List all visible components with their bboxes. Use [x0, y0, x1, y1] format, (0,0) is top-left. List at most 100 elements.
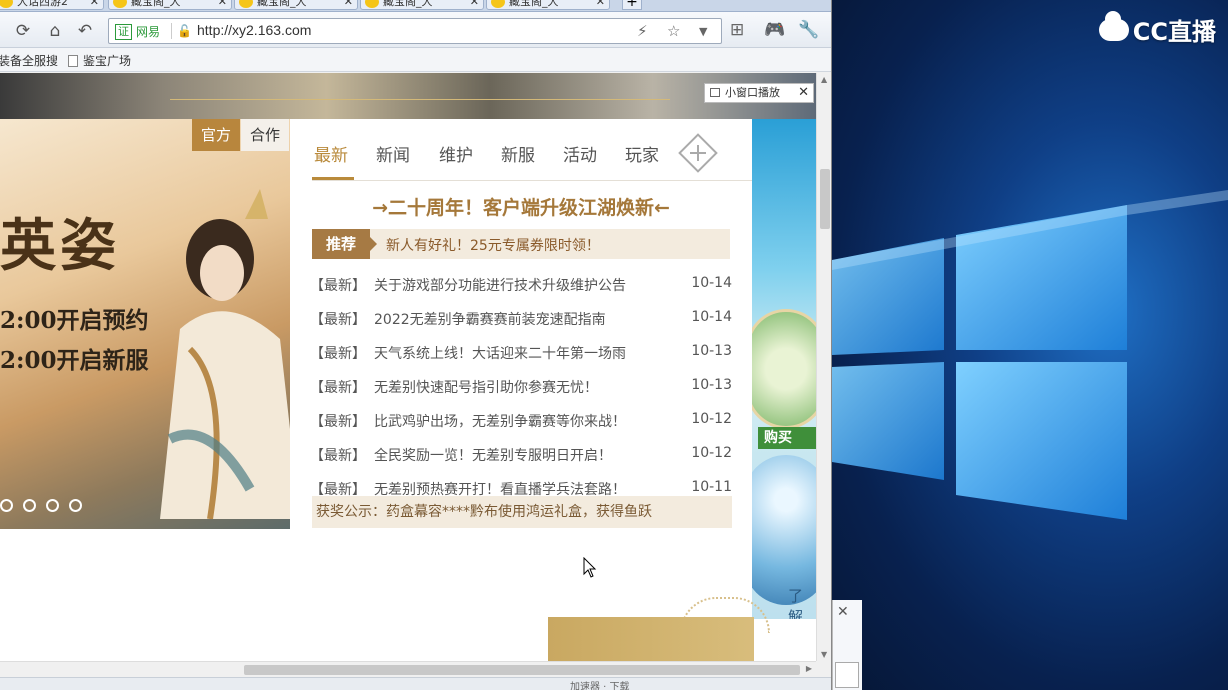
cloud-icon [1098, 10, 1129, 41]
gamepad-icon[interactable]: 🎮 [764, 20, 785, 40]
popup-input[interactable] [835, 662, 859, 688]
certificate-name: 网易 [136, 25, 161, 39]
tab-partner[interactable]: 合作 [241, 119, 289, 151]
list-item[interactable]: 【最新】 无差别快速配号指引助你参赛无忧！ 10-13 [310, 369, 732, 403]
navigation-bar: ⟳ ⌂ ↶ 证 网易 🔓 http://xy2.163.com ⚡ ☆ ▼ ⊞ … [0, 12, 831, 48]
close-icon[interactable]: ✕ [90, 0, 99, 11]
news-category: 【最新】 [310, 380, 366, 396]
tab-cangbaoge-1[interactable]: 藏宝阁_大 ✕ [108, 0, 232, 10]
tab-label: 藏宝阁_大 [257, 0, 307, 8]
close-icon[interactable]: ✕ [218, 0, 227, 11]
tab-maintenance[interactable]: 维护 [439, 141, 473, 166]
certificate-icon: 证 [115, 23, 132, 40]
learn-more-link[interactable]: 了解 [788, 585, 816, 619]
scroll-right-icon[interactable]: ▶ [806, 664, 812, 673]
recommend-tag: 推荐 [312, 229, 377, 259]
bookmark-label: 鉴宝广场 [83, 54, 132, 68]
news-title: 天气系统上线！大话迎来二十年第一场雨 [374, 346, 626, 362]
carousel-dot[interactable] [69, 499, 82, 512]
list-item[interactable]: 【最新】 全民奖励一览！无差别专服明日开启！ 10-12 [310, 437, 732, 471]
close-icon[interactable]: ✕ [837, 604, 849, 620]
stream-logo: CC直播 [1098, 10, 1216, 47]
refresh-icon[interactable]: ⟳ [12, 20, 34, 42]
vertical-scrollbar[interactable]: ▲ ▼ [816, 73, 831, 661]
close-icon[interactable]: ✕ [344, 0, 353, 11]
pet-illustration [752, 309, 816, 429]
back-icon[interactable]: ↶ [74, 20, 96, 42]
windows-desktop: CC直播 [832, 0, 1228, 690]
banner-line-1: 2:00开启预约 [0, 307, 149, 334]
home-icon[interactable]: ⌂ [44, 20, 66, 42]
carousel-dot[interactable] [23, 499, 36, 512]
tab-new-server[interactable]: 新服 [501, 141, 535, 166]
news-date: 10-13 [691, 343, 732, 359]
scroll-up-icon[interactable]: ▲ [821, 75, 827, 84]
tab-cangbaoge-3[interactable]: 藏宝阁_大 ✕ [360, 0, 484, 10]
tab-cangbaoge-4[interactable]: 藏宝阁_大 ✕ [486, 0, 610, 10]
tab-bar: 大话西游2 ✕ 藏宝阁_大 ✕ 藏宝阁_大 ✕ 藏宝阁_大 ✕ 藏宝阁_大 ✕ … [0, 0, 831, 12]
grid-icon[interactable]: ⊞ [730, 20, 744, 40]
new-tab-button[interactable]: + [622, 0, 642, 10]
list-item[interactable]: 【最新】 天气系统上线！大话迎来二十年第一场雨 10-13 [310, 335, 732, 369]
url-text[interactable]: http://xy2.163.com [197, 22, 311, 38]
bookmark-item[interactable]: 装备全服搜 [0, 52, 58, 69]
active-tab-indicator [312, 177, 354, 180]
status-bar: 加速器 · 下载 [0, 677, 831, 690]
address-bar[interactable]: 证 网易 🔓 http://xy2.163.com ⚡ ☆ ▼ [108, 18, 722, 44]
browser-window: 大话西游2 ✕ 藏宝阁_大 ✕ 藏宝阁_大 ✕ 藏宝阁_大 ✕ 藏宝阁_大 ✕ … [0, 0, 832, 690]
scroll-thumb[interactable] [820, 169, 830, 229]
insecure-lock-icon[interactable]: 🔓 [177, 24, 192, 38]
character-illustration [160, 189, 290, 519]
news-category: 【最新】 [310, 448, 366, 464]
list-item[interactable]: 【最新】 关于游戏部分功能进行技术升级维护公告 10-14 [310, 267, 732, 301]
list-item[interactable]: 【最新】 2022无差别争霸赛赛前装宠速配指南 10-14 [310, 301, 732, 335]
news-category: 【最新】 [310, 346, 366, 362]
bookmark-item[interactable]: 鉴宝广场 [68, 52, 131, 69]
tab-events[interactable]: 活动 [563, 141, 597, 166]
mouse-cursor-icon [583, 557, 597, 578]
award-announcement[interactable]: 获奖公示：药盒幕容****黔布使用鸿运礼盒，获得鱼跃 [312, 496, 732, 528]
page-icon [68, 55, 78, 67]
tab-favicon-icon [491, 0, 505, 8]
news-headline[interactable]: →二十周年！客户端升级江湖焕新← [312, 193, 730, 220]
tab-dahua[interactable]: 大话西游2 ✕ [0, 0, 104, 10]
recommend-row[interactable]: 推荐 新人有好礼！25元专属券限时领！ [312, 229, 730, 259]
side-promo[interactable]: 购买 了解 [752, 119, 816, 619]
horizontal-scrollbar[interactable]: ▶ [0, 661, 816, 677]
carousel-dot[interactable] [0, 499, 13, 512]
mini-player-button[interactable]: 小窗口播放 ✕ [704, 83, 814, 103]
tab-favicon-icon [0, 0, 13, 8]
scroll-thumb[interactable] [244, 665, 800, 675]
tools-icon[interactable]: 🔧 [798, 20, 819, 40]
scroll-down-icon[interactable]: ▼ [821, 650, 827, 659]
carousel-dot[interactable] [46, 499, 59, 512]
close-icon[interactable]: ✕ [470, 0, 479, 11]
more-plus-icon[interactable] [678, 133, 718, 173]
status-text: 加速器 · 下载 [570, 682, 630, 690]
tab-official[interactable]: 官方 [192, 119, 240, 151]
close-icon[interactable]: ✕ [798, 84, 809, 102]
news-panel: 最新 新闻 维护 新服 活动 玩家 →二十周年！客户端升级江湖焕新← 推荐 新人… [290, 119, 752, 529]
lightning-icon[interactable]: ⚡ [637, 22, 648, 40]
mini-player-label: 小窗口播放 [725, 86, 780, 99]
windows-logo-icon [832, 190, 1228, 520]
tab-label: 藏宝阁_大 [131, 0, 181, 8]
tab-players[interactable]: 玩家 [625, 141, 659, 166]
tab-latest[interactable]: 最新 [314, 141, 348, 166]
news-category: 【最新】 [310, 414, 366, 430]
dropdown-arrow-icon[interactable]: ▼ [699, 25, 707, 38]
tab-cangbaoge-2[interactable]: 藏宝阁_大 ✕ [234, 0, 358, 10]
star-icon[interactable]: ☆ [667, 22, 680, 40]
tab-news[interactable]: 新闻 [376, 141, 410, 166]
side-popup: ✕ [832, 600, 862, 690]
news-tabs: 最新 新闻 维护 新服 活动 玩家 [312, 119, 752, 181]
tab-label: 大话西游2 [17, 0, 68, 8]
news-date: 10-11 [691, 479, 732, 495]
list-item[interactable]: 【最新】 比武鸡驴出场，无差别争霸赛等你来战！ 10-12 [310, 403, 732, 437]
site-certificate[interactable]: 证 网易 [115, 23, 160, 40]
promo-banner[interactable]: 官方 合作 英姿 2:00开启预约 2:00开启新服 [0, 119, 290, 529]
buy-button[interactable]: 购买 [758, 427, 816, 449]
close-icon[interactable]: ✕ [596, 0, 605, 11]
mini-window-icon [710, 88, 720, 97]
web-content: 小窗口播放 ✕ 官方 合作 英姿 2:00开启预约 2:00开启新服 最新 新闻… [0, 73, 816, 661]
